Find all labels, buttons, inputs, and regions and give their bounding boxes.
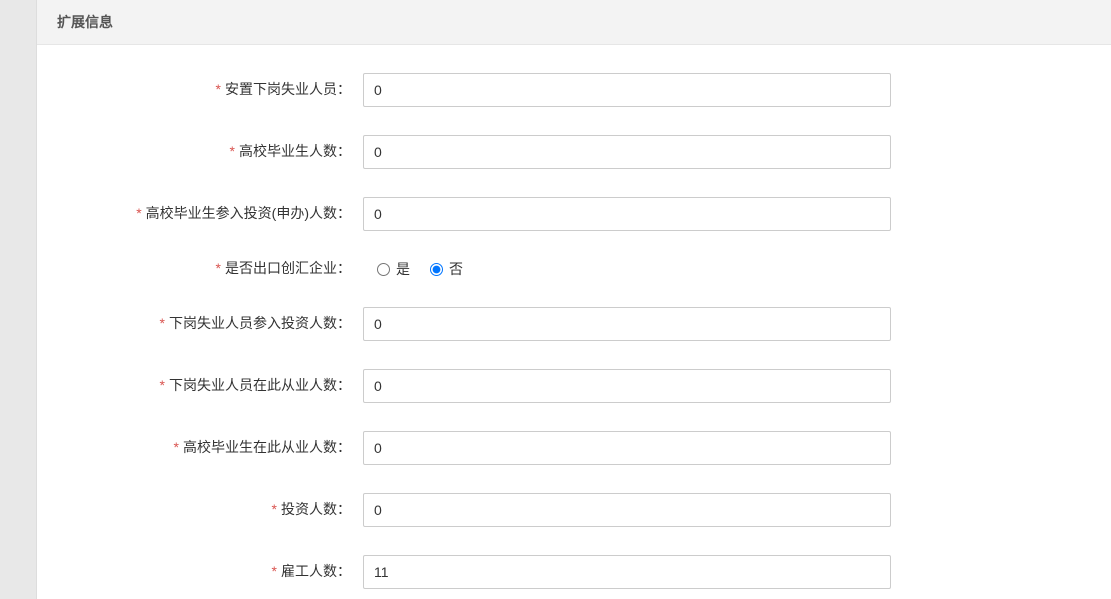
radio-option-yes[interactable]: 是 <box>377 259 410 279</box>
field-label: *高校毕业生人数： <box>47 142 363 162</box>
required-star-icon: * <box>216 81 221 97</box>
field-label: *高校毕业生参入投资(申办)人数： <box>47 204 363 224</box>
college-graduates-input[interactable] <box>363 135 891 169</box>
form-body: *安置下岗失业人员： *高校毕业生人数： *高校毕业生参入投资(申办)人数： <box>37 45 1111 599</box>
field-control <box>363 197 891 231</box>
form-row-export-enterprise: *是否出口创汇企业： 是 否 <box>47 259 1101 279</box>
radio-yes-label: 是 <box>396 259 410 279</box>
field-label: *高校毕业生在此从业人数： <box>47 438 363 458</box>
form-row-laid-off-placement: *安置下岗失业人员： <box>47 73 1101 107</box>
radio-no-label: 否 <box>449 259 463 279</box>
export-enterprise-radio-group: 是 否 <box>363 259 891 279</box>
field-control <box>363 73 891 107</box>
laid-off-placement-input[interactable] <box>363 73 891 107</box>
form-container: 扩展信息 *安置下岗失业人员： *高校毕业生人数： *高校毕业生参入投资(申办)… <box>36 0 1111 599</box>
field-label: *投资人数： <box>47 500 363 520</box>
field-control <box>363 555 891 589</box>
required-star-icon: * <box>272 563 277 579</box>
form-row-graduate-investors: *高校毕业生参入投资(申办)人数： <box>47 197 1101 231</box>
radio-no-input[interactable] <box>430 263 443 276</box>
form-row-investor-count: *投资人数： <box>47 493 1101 527</box>
laid-off-investors-input[interactable] <box>363 307 891 341</box>
field-label: *雇工人数： <box>47 562 363 582</box>
field-control <box>363 431 891 465</box>
section-title: 扩展信息 <box>57 14 113 30</box>
required-star-icon: * <box>216 260 221 276</box>
required-star-icon: * <box>160 377 165 393</box>
employee-count-input[interactable] <box>363 555 891 589</box>
form-row-laid-off-employed: *下岗失业人员在此从业人数： <box>47 369 1101 403</box>
required-star-icon: * <box>136 205 141 221</box>
form-row-graduate-employed: *高校毕业生在此从业人数： <box>47 431 1101 465</box>
form-row-laid-off-investors: *下岗失业人员参入投资人数： <box>47 307 1101 341</box>
field-control <box>363 493 891 527</box>
section-header: 扩展信息 <box>37 0 1111 45</box>
field-label: *是否出口创汇企业： <box>47 259 363 279</box>
required-star-icon: * <box>174 439 179 455</box>
radio-option-no[interactable]: 否 <box>430 259 463 279</box>
form-row-college-graduates: *高校毕业生人数： <box>47 135 1101 169</box>
required-star-icon: * <box>272 501 277 517</box>
radio-yes-input[interactable] <box>377 263 390 276</box>
field-control <box>363 135 891 169</box>
graduate-investors-input[interactable] <box>363 197 891 231</box>
required-star-icon: * <box>160 315 165 331</box>
field-label: *安置下岗失业人员： <box>47 80 363 100</box>
field-control <box>363 307 891 341</box>
field-control <box>363 369 891 403</box>
field-label: *下岗失业人员在此从业人数： <box>47 376 363 396</box>
field-control: 是 否 <box>363 259 891 279</box>
required-star-icon: * <box>230 143 235 159</box>
graduate-employed-input[interactable] <box>363 431 891 465</box>
investor-count-input[interactable] <box>363 493 891 527</box>
field-label: *下岗失业人员参入投资人数： <box>47 314 363 334</box>
laid-off-employed-input[interactable] <box>363 369 891 403</box>
form-row-employee-count: *雇工人数： <box>47 555 1101 589</box>
